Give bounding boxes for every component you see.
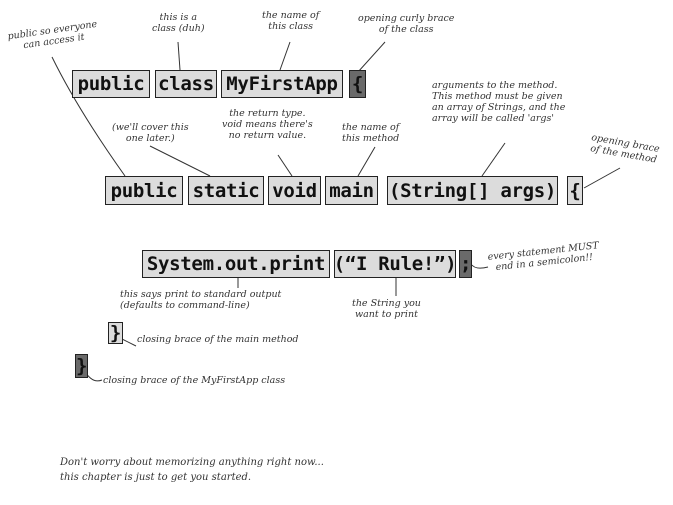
main-close-brace: }: [108, 322, 123, 344]
line-name-note: [279, 41, 291, 71]
method-name-note: the name of this method: [342, 122, 400, 144]
line-method-brace-note: [583, 167, 621, 189]
arguments-note: arguments to the method. This method mus…: [432, 80, 566, 124]
class-close-brace: }: [75, 354, 88, 378]
public-note: public so everyone can access it: [6, 18, 98, 52]
main-public-keyword: public: [105, 176, 183, 205]
class-note: this is a class (duh): [152, 12, 205, 34]
close-main-note: closing brace of the main method: [137, 334, 299, 345]
line-class-note: [177, 41, 181, 71]
void-keyword: void: [268, 176, 321, 205]
later-note: (we'll cover this one later.): [112, 122, 189, 144]
return-type-note: the return type. void means there's no r…: [222, 108, 313, 141]
line-return-note: [277, 154, 293, 177]
string-note: the String you want to print: [352, 298, 421, 320]
line-method-note: [357, 146, 376, 177]
footer-text: Don't worry about memorizing anything ri…: [60, 457, 324, 483]
static-keyword: static: [188, 176, 264, 205]
print-note: this says print to standard output (defa…: [120, 289, 282, 311]
main-method-name: main: [325, 176, 378, 205]
method-arguments: (String[] args): [387, 176, 558, 205]
class-brace-note: opening curly brace of the class: [358, 13, 455, 35]
class-name: MyFirstApp: [221, 70, 343, 98]
semicolon: ;: [459, 250, 472, 278]
line-semicolon-note: [471, 264, 489, 269]
system-out-print: System.out.print: [142, 250, 330, 278]
method-brace-note: opening brace of the method: [589, 132, 661, 166]
line-brace-note: [357, 41, 386, 73]
line-later-note: [149, 145, 211, 177]
print-argument: (“I Rule!”): [334, 250, 457, 278]
class-name-note: the name of this class: [262, 10, 320, 32]
class-keyword: class: [155, 70, 217, 98]
method-open-brace: {: [567, 176, 583, 205]
close-class-note: closing brace of the MyFirstApp class: [103, 375, 286, 386]
class-open-brace: {: [349, 70, 366, 98]
line-args-note: [481, 142, 506, 177]
java-anatomy-diagram: public class MyFirstApp { public static …: [0, 0, 673, 505]
public-keyword: public: [72, 70, 150, 98]
semicolon-note: every statement MUST end in a semicolon!…: [487, 240, 600, 274]
